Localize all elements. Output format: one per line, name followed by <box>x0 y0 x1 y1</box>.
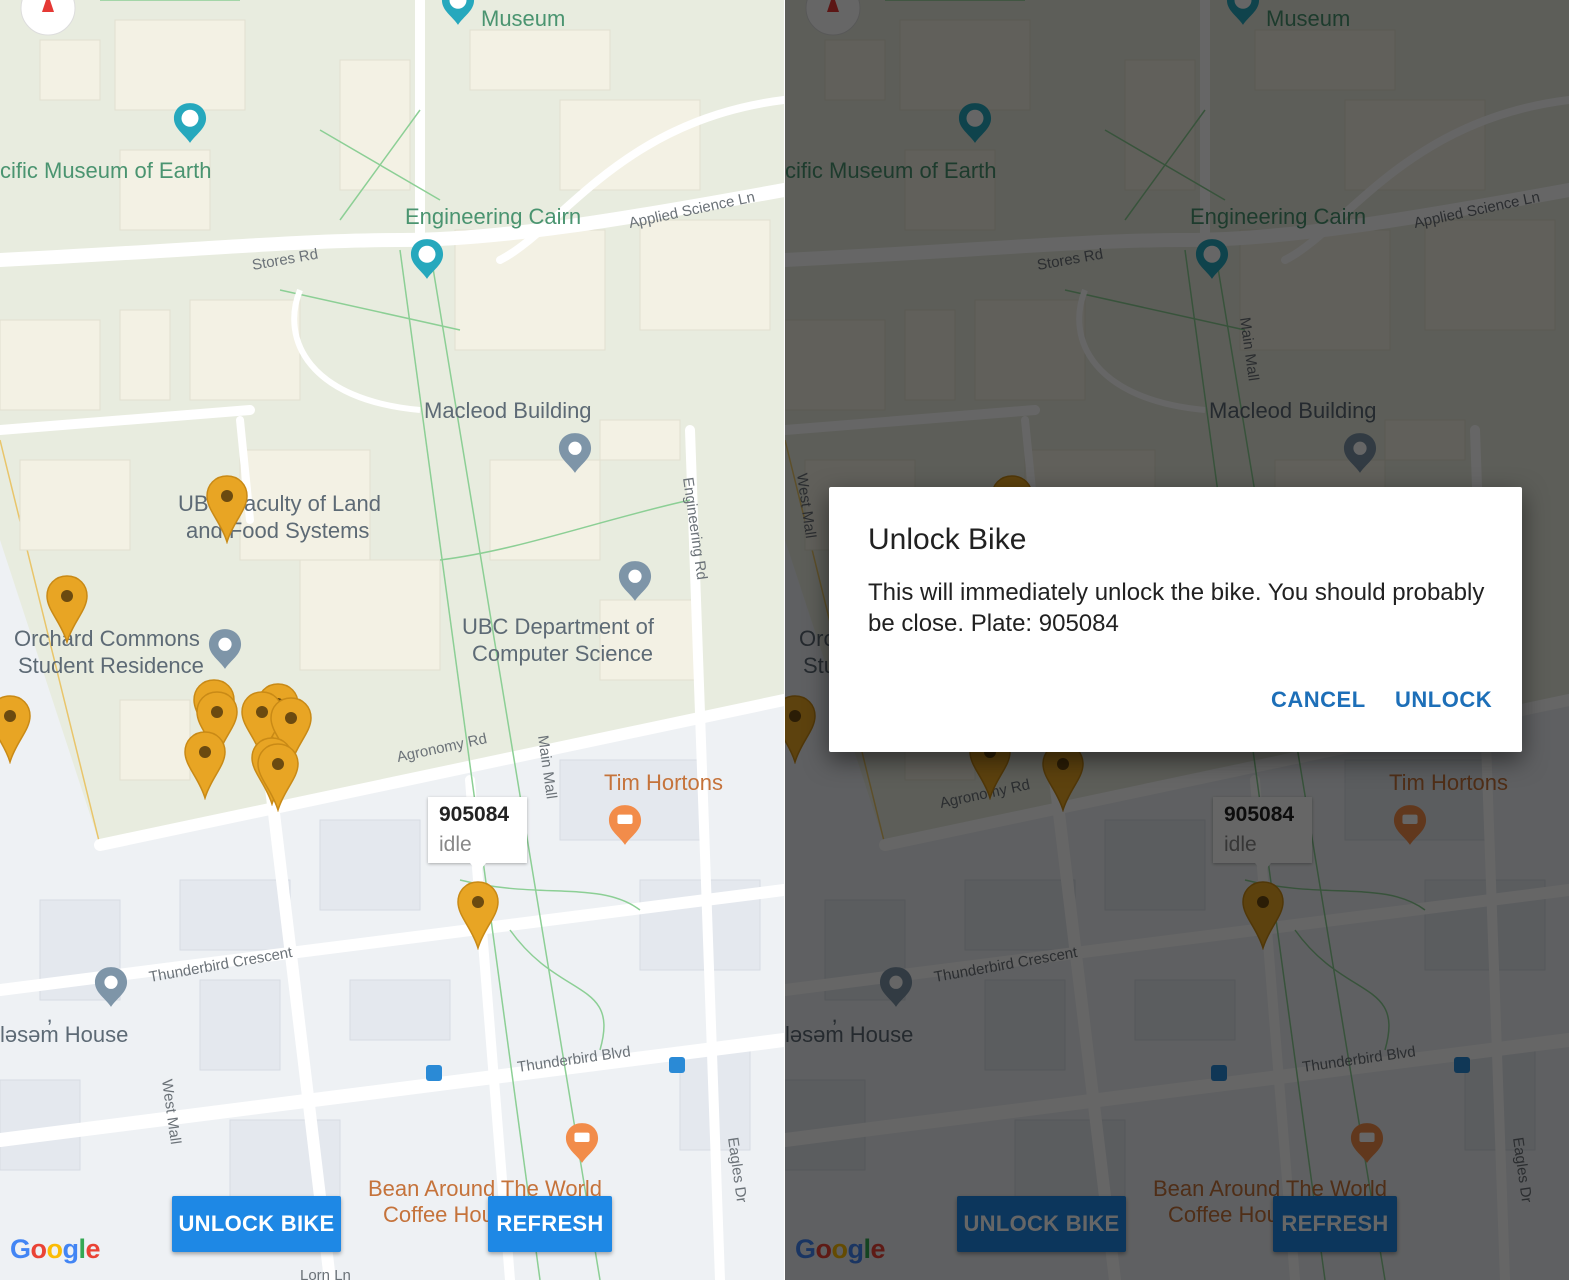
dialog-title: Unlock Bike <box>868 523 1027 556</box>
label-orchard-2: Student Residence <box>18 653 204 678</box>
label-orchard-1: Orchard Commons <box>14 626 200 651</box>
label-ubc-cs-1: UBC Department of <box>462 614 655 639</box>
unlock-dialog: Unlock Bike This will immediately unlock… <box>829 487 1522 752</box>
label-museum: Museum <box>481 6 565 31</box>
unlock-bike-button[interactable]: UNLOCK BIKE <box>172 1196 341 1252</box>
label-engineering-cairn: Engineering Cairn <box>405 204 581 229</box>
label-museum-earth: cific Museum of Earth <box>0 158 212 183</box>
info-status: idle <box>439 833 472 856</box>
bus-stop-icon[interactable] <box>669 1057 685 1073</box>
map-view[interactable]: Museum cific Museum of Earth Engineering… <box>0 0 784 1280</box>
label-faculty-2: and Food Systems <box>186 518 369 543</box>
label-house: ləsəm̓ House <box>0 1019 128 1047</box>
unlock-button[interactable]: UNLOCK <box>1395 687 1492 713</box>
cancel-button[interactable]: CANCEL <box>1271 687 1366 713</box>
label-ubc-cs-2: Computer Science <box>472 641 653 666</box>
dialog-message: This will immediately unlock the bike. Y… <box>868 579 1485 637</box>
google-logo: Google <box>10 1234 101 1264</box>
marker-info-window[interactable]: 905084 idle <box>428 797 527 873</box>
info-plate: 905084 <box>439 803 510 826</box>
label-macleod: Macleod Building <box>424 398 592 423</box>
refresh-button[interactable]: REFRESH <box>488 1196 612 1252</box>
map-screen-right: Museum cific Museum of Earth Engineering… <box>785 0 1569 1280</box>
bus-stop-icon[interactable] <box>426 1065 442 1081</box>
map-screen-left: Museum cific Museum of Earth Engineering… <box>0 0 784 1280</box>
label-bottom-road: Lorn Ln <box>300 1267 351 1280</box>
label-tim-hortons: Tim Hortons <box>604 770 723 795</box>
